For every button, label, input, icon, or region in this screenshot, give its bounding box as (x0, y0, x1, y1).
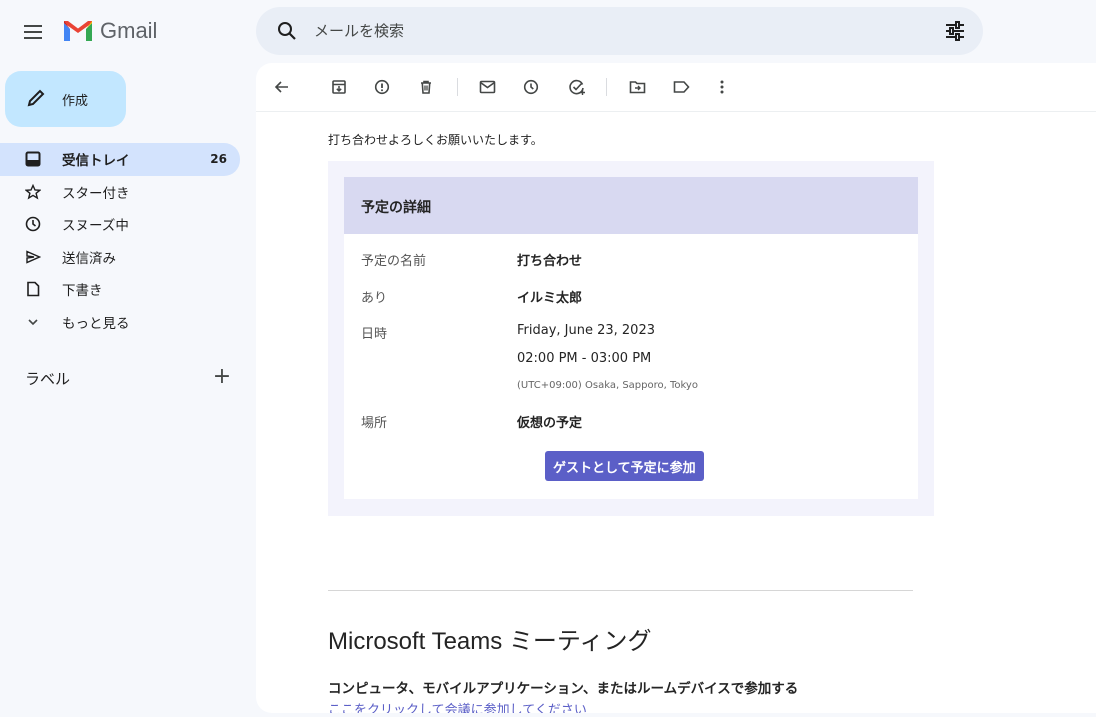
email-view: 打ち合わせよろしくお願いいたします。 予定の詳細 予定の名前 打ち合わせ あり … (256, 63, 1096, 713)
teams-join-link[interactable]: ここをクリックして会議に参加してください (328, 699, 587, 713)
event-timezone: (UTC+09:00) Osaka, Sapporo, Tokyo (517, 380, 698, 391)
sidebar-item-label: スター付き (62, 185, 130, 202)
menu-icon (24, 25, 42, 39)
plus-icon[interactable]: + (212, 366, 232, 388)
sidebar-item-more[interactable]: もっと見る (0, 306, 240, 339)
teams-join-subtitle: コンピュータ、モバイルアプリケーション、またはルームデバイスで参加する (328, 681, 799, 697)
sidebar-nav: 受信トレイ 26 スター付き スヌーズ中 送信済み 下書き もっと見る (0, 143, 240, 338)
compose-label: 作成 (62, 94, 89, 109)
location-label: 場所 (361, 416, 388, 431)
sidebar-item-drafts[interactable]: 下書き (0, 273, 240, 306)
gmail-logo-link[interactable]: Gmail (62, 18, 157, 44)
toolbar-divider (606, 78, 607, 96)
back-arrow-icon[interactable] (270, 75, 294, 99)
main-menu-button[interactable] (18, 16, 50, 48)
send-icon (25, 249, 41, 265)
event-time: 02:00 PM - 03:00 PM (517, 351, 652, 366)
search-icon[interactable] (277, 21, 297, 41)
email-toolbar (256, 63, 1096, 112)
email-intro-text: 打ち合わせよろしくお願いいたします。 (328, 133, 543, 147)
toolbar-divider (457, 78, 458, 96)
join-as-guest-button[interactable]: ゲストとして予定に参加 (545, 451, 704, 481)
snooze-icon[interactable] (519, 75, 543, 99)
sidebar-item-starred[interactable]: スター付き (0, 176, 240, 209)
sidebar-item-inbox[interactable]: 受信トレイ 26 (0, 143, 240, 176)
draft-icon (25, 281, 41, 297)
compose-button[interactable]: 作成 (5, 71, 126, 127)
organizer-value: イルミ太郎 (517, 291, 583, 306)
event-card-title: 予定の詳細 (361, 200, 431, 216)
inbox-icon (25, 151, 41, 167)
event-name-value: 打ち合わせ (517, 254, 583, 269)
sidebar-item-label: 受信トレイ (62, 153, 130, 170)
report-spam-icon[interactable] (370, 75, 394, 99)
star-icon (25, 183, 41, 200)
section-divider (328, 590, 913, 591)
sidebar-item-label: もっと見る (62, 315, 130, 332)
more-vert-icon[interactable] (710, 75, 734, 99)
teams-meeting-title: Microsoft Teams ミーティング (328, 628, 652, 655)
sidebar-item-label: 下書き (62, 283, 103, 300)
move-to-icon[interactable] (625, 75, 649, 99)
archive-icon[interactable] (327, 75, 351, 99)
search-input[interactable] (314, 7, 914, 55)
label-icon[interactable] (669, 75, 693, 99)
location-value: 仮想の予定 (517, 416, 583, 431)
sidebar-item-label: 送信済み (62, 250, 116, 267)
event-card-header: 予定の詳細 (344, 177, 918, 234)
app-name: Gmail (100, 18, 158, 43)
sidebar-item-label: スヌーズ中 (62, 218, 129, 235)
chevron-down-icon (25, 314, 41, 330)
event-card-inner: 予定の詳細 予定の名前 打ち合わせ あり イルミ太郎 日時 Friday, Ju… (344, 177, 918, 499)
gmail-logo (64, 21, 92, 41)
tune-icon[interactable] (943, 19, 967, 43)
unread-count: 26 (210, 152, 227, 167)
trash-icon[interactable] (414, 75, 438, 99)
event-date: Friday, June 23, 2023 (517, 323, 655, 338)
mail-icon[interactable] (475, 75, 499, 99)
sidebar-item-sent[interactable]: 送信済み (0, 241, 240, 274)
organizer-label: あり (361, 291, 388, 306)
clock-icon (25, 216, 41, 232)
labels-header: ラベル (25, 370, 71, 388)
datetime-label: 日時 (361, 327, 388, 342)
event-name-label: 予定の名前 (361, 254, 427, 269)
pencil-icon (27, 89, 45, 107)
sidebar-item-snoozed[interactable]: スヌーズ中 (0, 208, 240, 241)
add-task-icon[interactable] (565, 75, 589, 99)
search-bar (256, 7, 983, 55)
event-card: 予定の詳細 予定の名前 打ち合わせ あり イルミ太郎 日時 Friday, Ju… (328, 161, 934, 516)
